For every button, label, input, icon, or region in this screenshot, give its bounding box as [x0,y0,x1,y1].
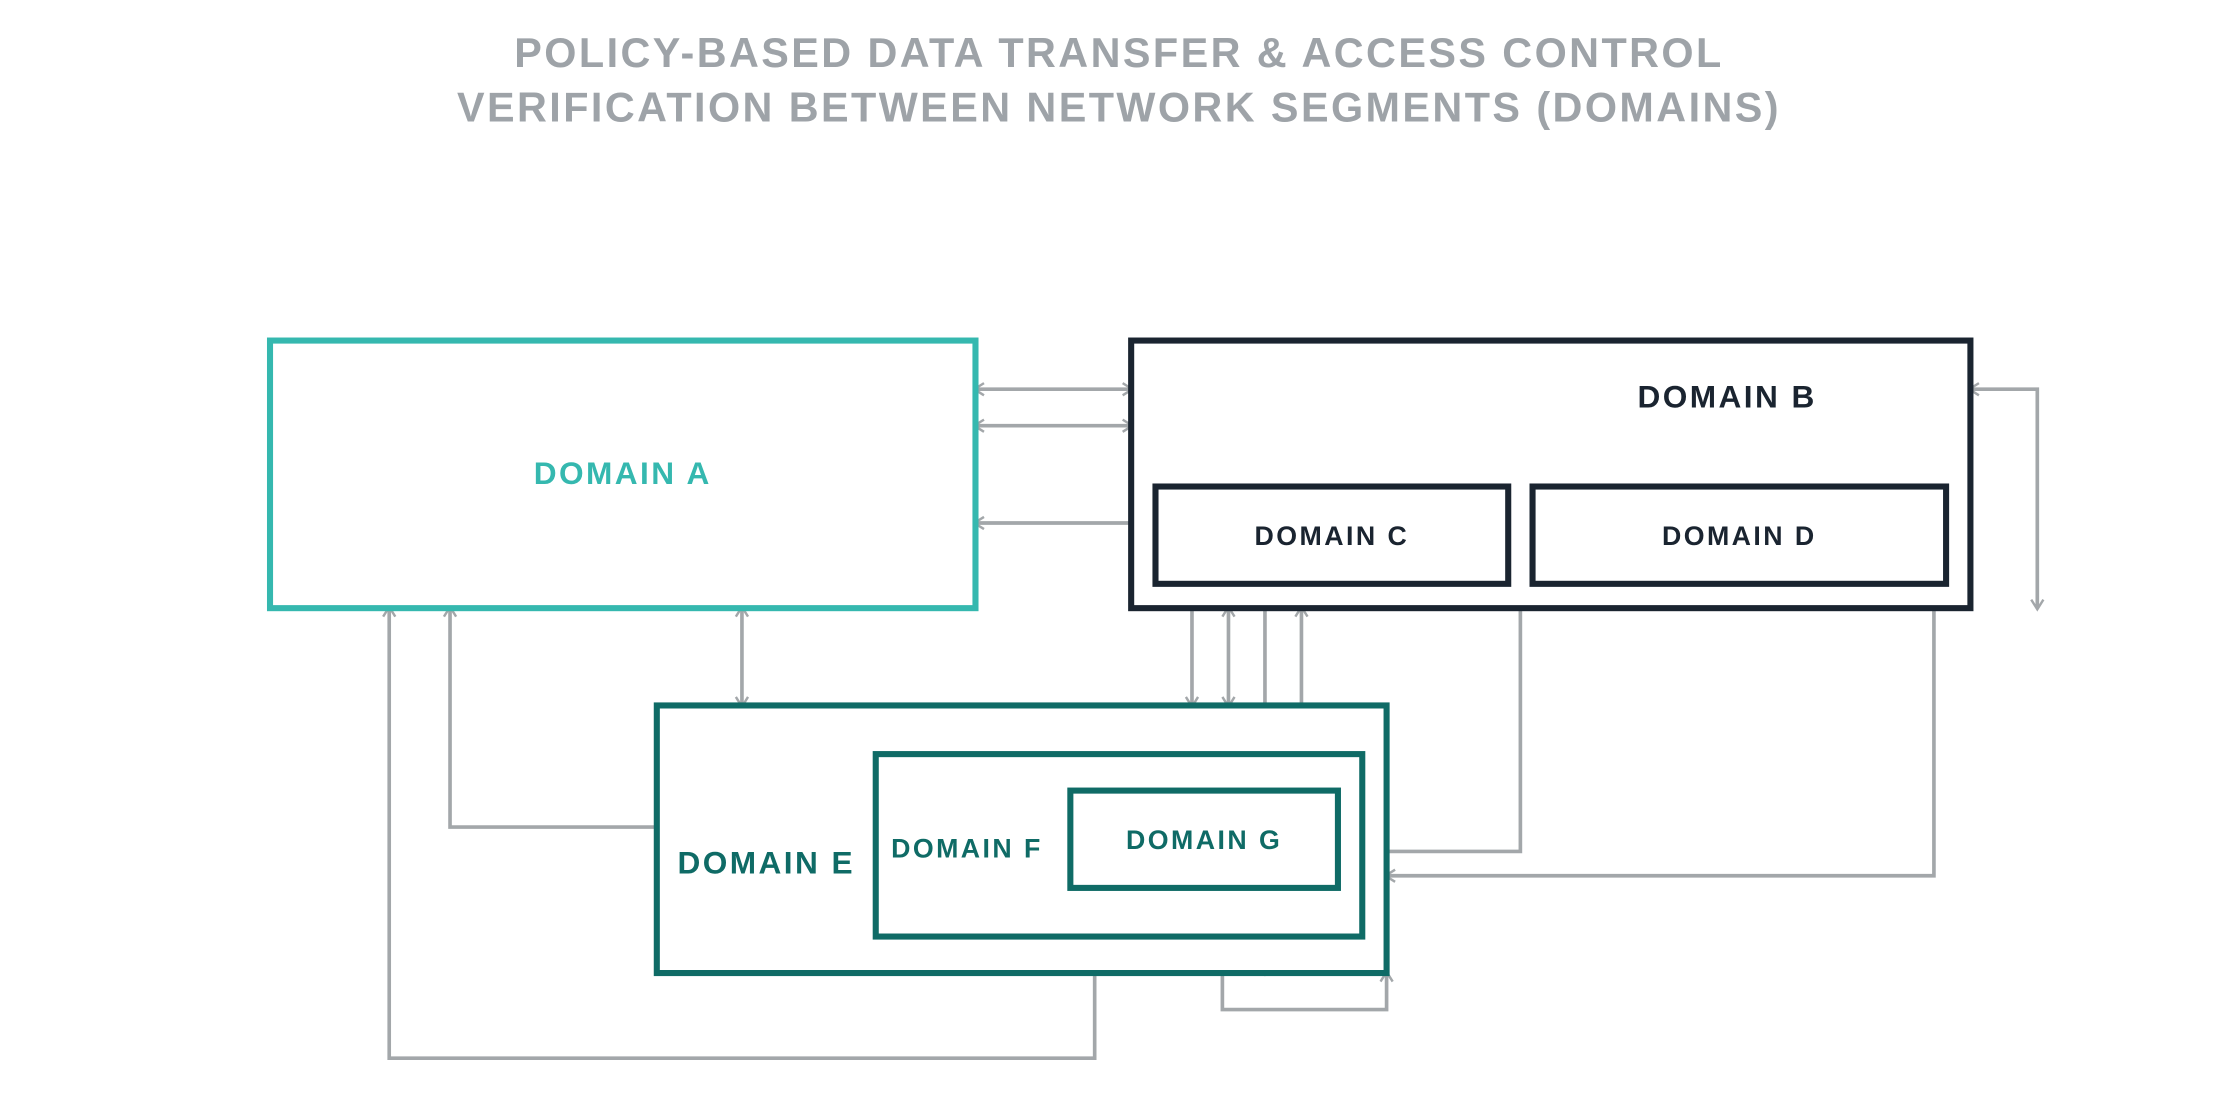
domain-f-label: DOMAIN F [891,833,1043,863]
domain-g-label: DOMAIN G [1126,825,1282,855]
arrow-B-top-right [1970,389,2037,608]
domain-a-label: DOMAIN A [534,455,712,491]
domain-d-label: DOMAIN D [1662,521,1817,551]
title-line-1: POLICY-BASED DATA TRANSFER & ACCESS CONT… [514,30,1723,76]
domain-c-box: DOMAIN C [1155,487,1508,584]
domain-e-label: DOMAIN E [678,844,856,880]
domain-g-box: DOMAIN G [1070,791,1338,888]
arrow-B-E [1387,584,1934,876]
domains-layer: DOMAIN A DOMAIN B DOMAIN E DOMAIN C DOMAIN D… [270,341,1970,973]
title-line-2: VERIFICATION BETWEEN NETWORK SEGMENTS (D… [457,85,1781,131]
domain-c-label: DOMAIN C [1255,521,1410,551]
domain-b-label: DOMAIN B [1638,378,1817,414]
domain-a-box: DOMAIN A [270,341,975,609]
domain-d-box: DOMAIN D [1533,487,1947,584]
diagram-canvas: POLICY-BASED DATA TRANSFER & ACCESS CONT… [0,0,2238,1119]
